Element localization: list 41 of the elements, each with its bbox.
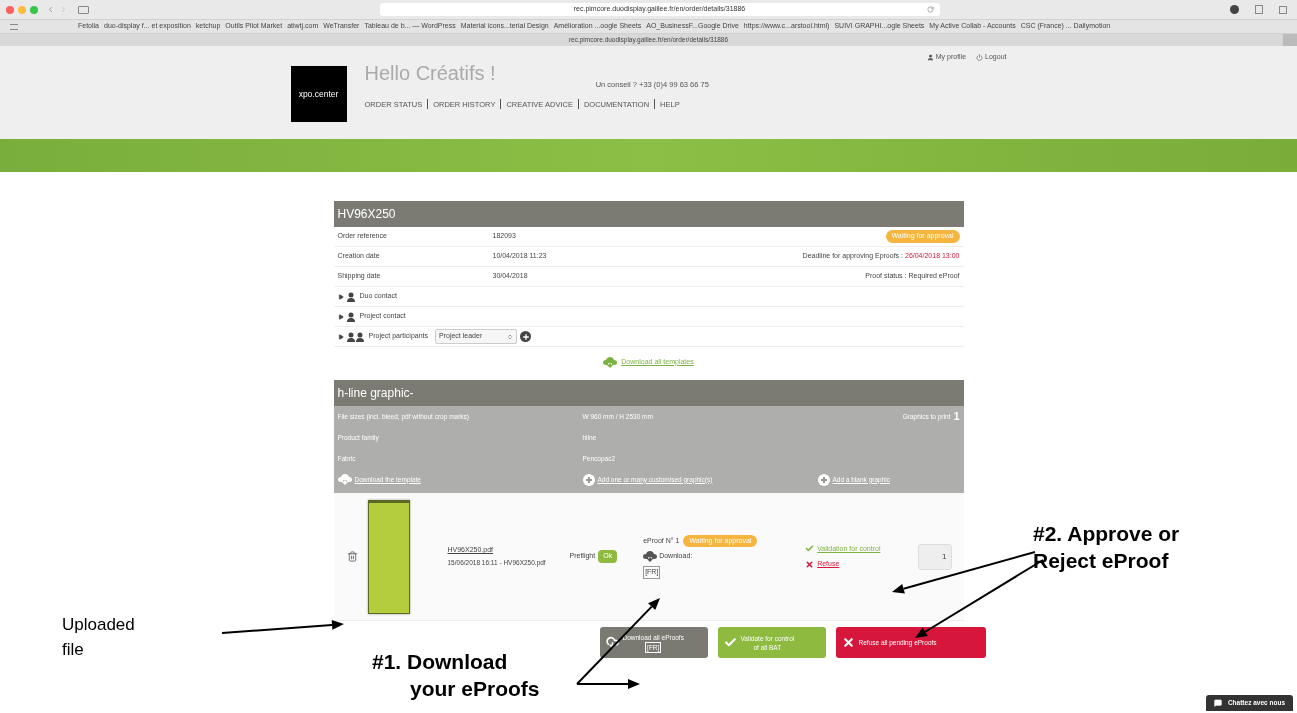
cloud-download-icon	[337, 474, 352, 485]
trash-icon[interactable]	[347, 551, 358, 562]
add-icon	[817, 473, 830, 486]
power-icon	[976, 53, 984, 61]
add-icon	[582, 473, 595, 486]
disclosure-triangle[interactable]	[337, 313, 344, 320]
graphic-title-bar: h-line graphic-	[333, 380, 964, 406]
close-window-button[interactable]	[6, 5, 14, 14]
logo: xpo.center	[290, 66, 347, 122]
person-icon	[346, 291, 355, 302]
greeting-heading: Hello Créatifs !	[364, 62, 496, 83]
person-icon	[346, 311, 355, 322]
annotation-label: Uploaded file	[62, 614, 135, 661]
extension-icon[interactable]	[1230, 5, 1239, 14]
cross-icon	[805, 559, 815, 569]
sidebar-icon[interactable]	[78, 5, 89, 14]
check-icon	[805, 544, 815, 554]
disclosure-triangle[interactable]	[337, 293, 344, 300]
cloud-download-icon	[605, 636, 619, 649]
check-icon	[723, 636, 737, 649]
quantity-field[interactable]: 1	[917, 543, 952, 570]
chat-icon	[1213, 699, 1222, 708]
zoom-window-button[interactable]	[30, 5, 38, 14]
tabs-icon[interactable]	[1279, 5, 1287, 14]
back-icon[interactable]	[46, 5, 55, 14]
updown-icon	[507, 333, 514, 340]
reading-list-icon[interactable]	[10, 23, 18, 30]
graphics-count: 1	[953, 409, 960, 425]
scrollbar	[1283, 34, 1297, 46]
people-icon	[346, 331, 364, 342]
user-icon	[926, 53, 934, 61]
cloud-download-icon	[603, 356, 618, 368]
cross-icon	[841, 636, 855, 649]
reload-icon[interactable]	[926, 6, 934, 13]
share-icon[interactable]	[1255, 5, 1263, 14]
annotation-label: #1. Download your eProofs	[372, 649, 540, 702]
annotation-label: #2. Approve or Reject eProof	[1033, 521, 1180, 574]
order-title-bar: HV96X250	[333, 201, 964, 227]
disclosure-triangle[interactable]	[337, 333, 344, 340]
cloud-download-icon	[643, 551, 658, 562]
add-participant-button[interactable]	[520, 331, 532, 342]
